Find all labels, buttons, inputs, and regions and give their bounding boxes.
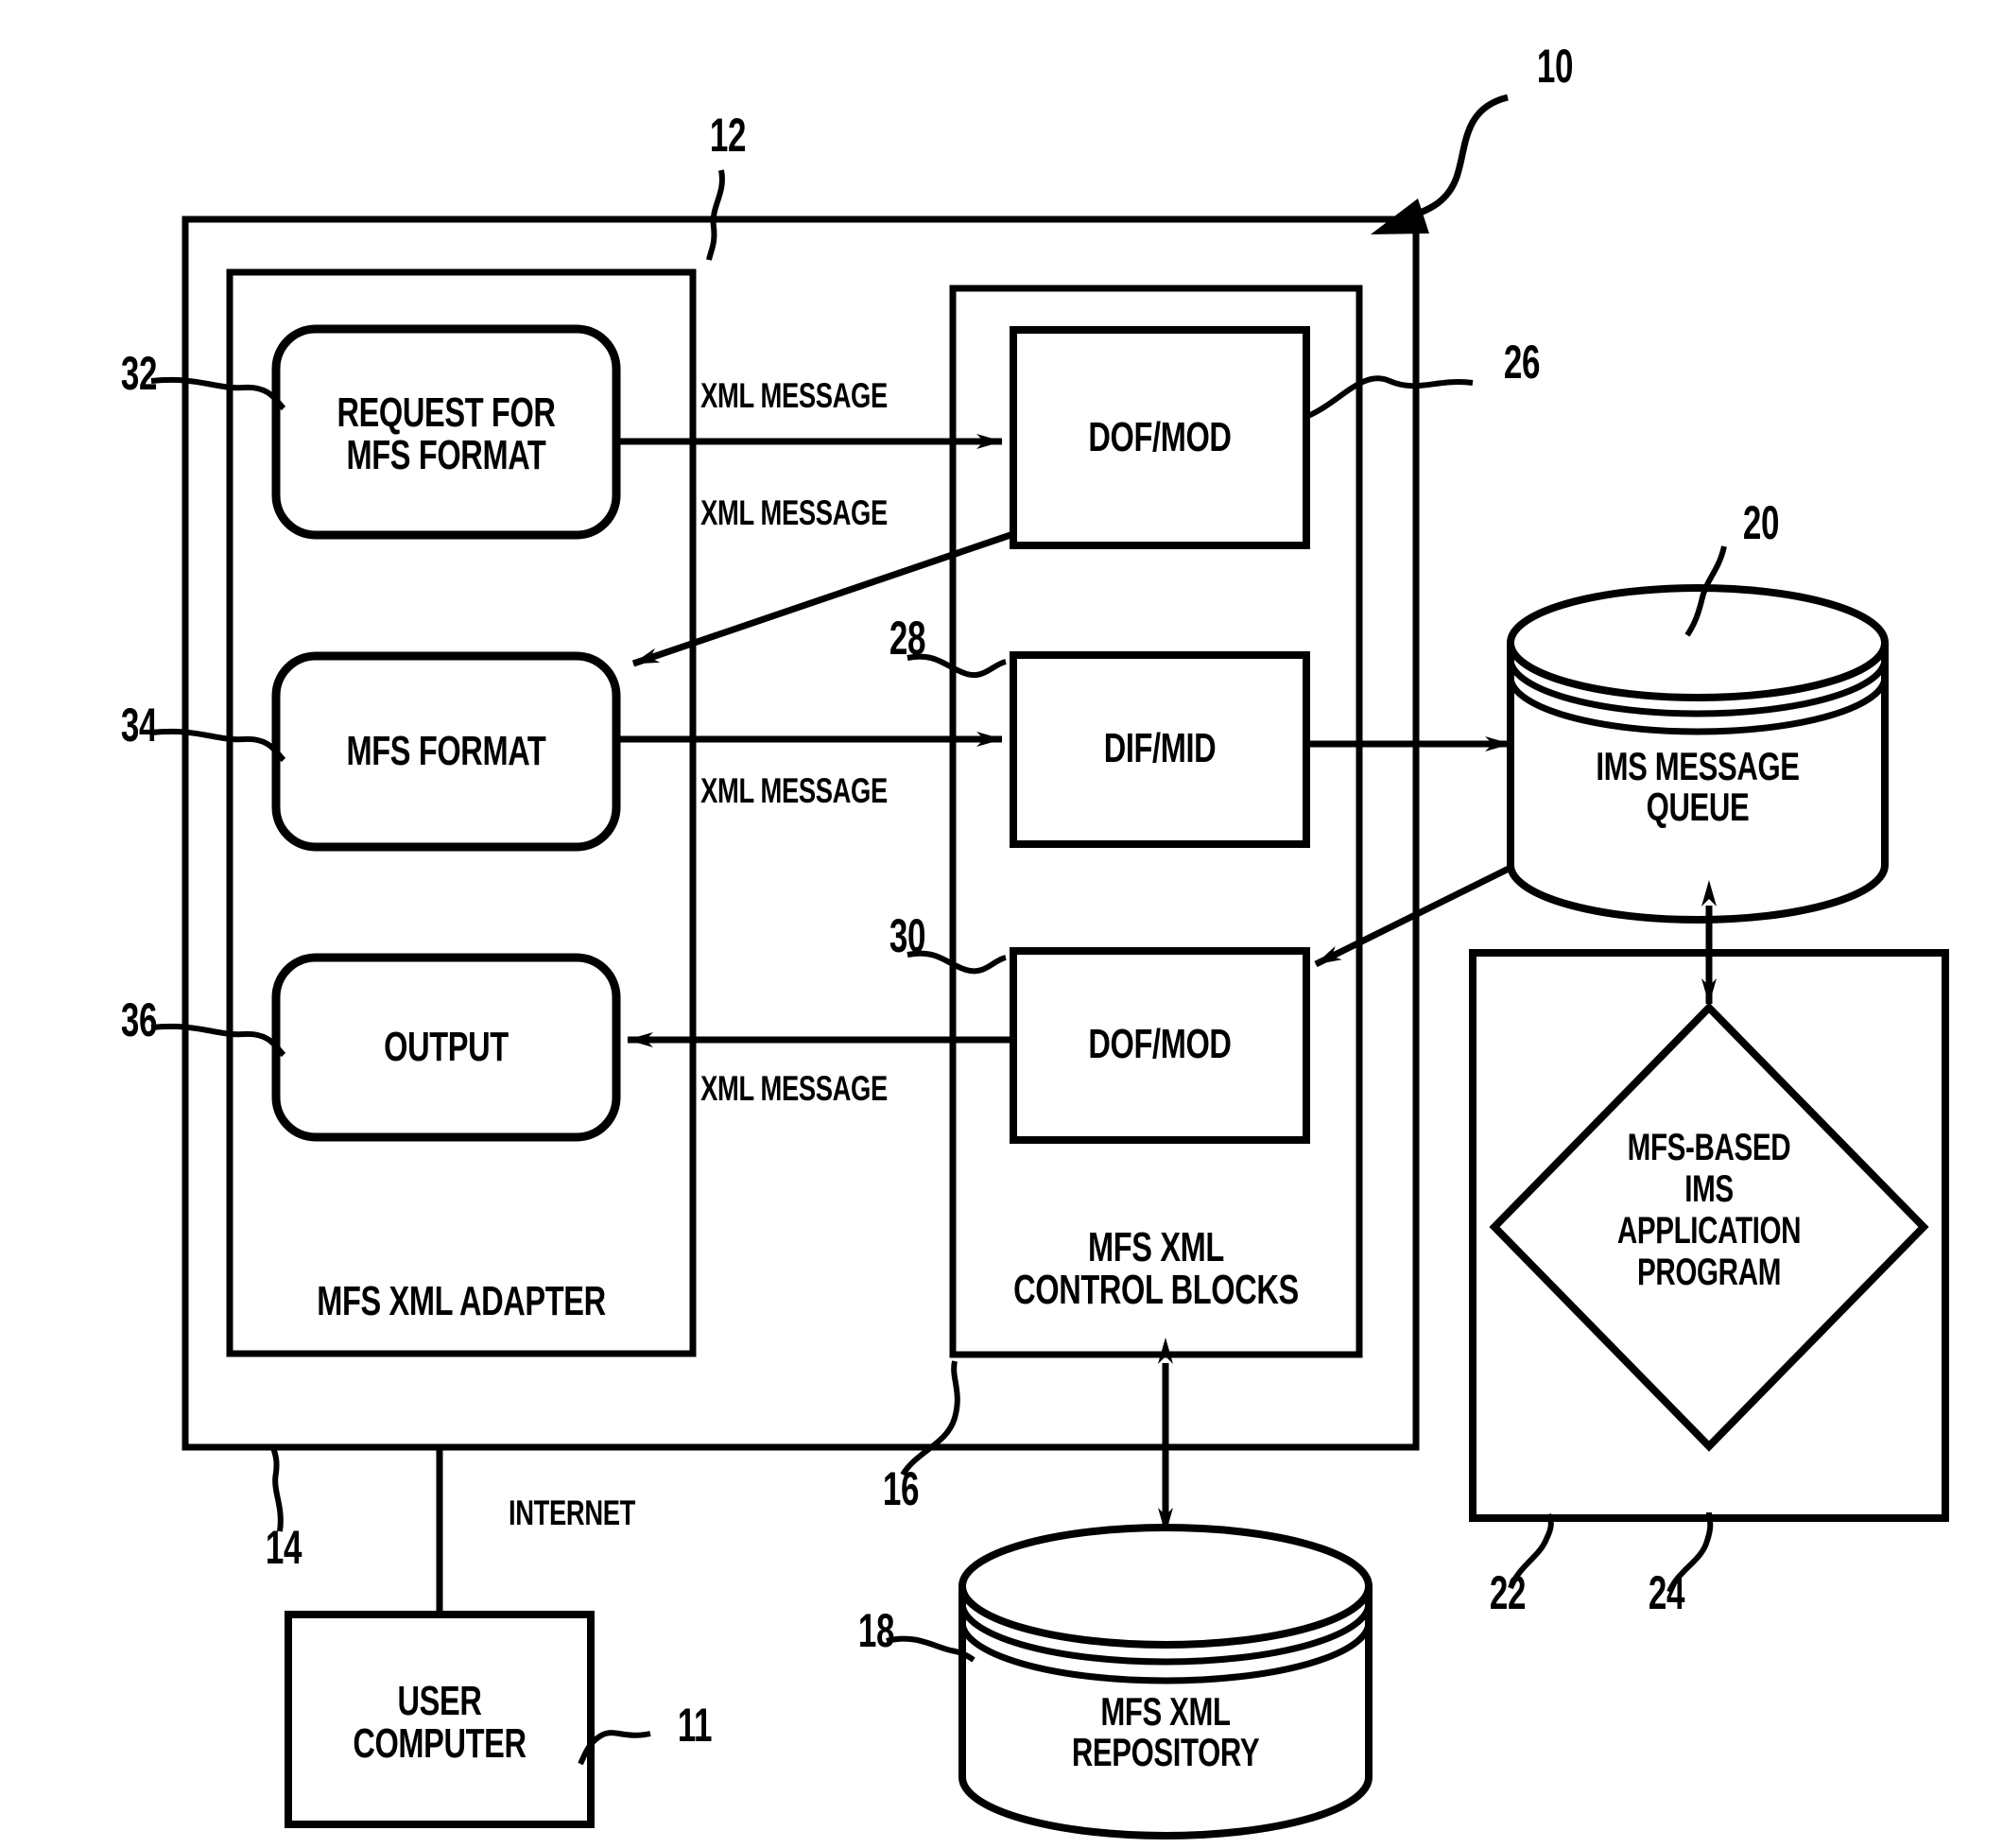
dif-mid-box [1010, 651, 1310, 848]
user-computer-box [285, 1611, 595, 1828]
leader-32 [150, 376, 286, 411]
ims-application-program-diamond [1489, 1002, 1929, 1452]
mfs-format-box [271, 651, 621, 852]
figure-canvas: REQUEST FOR MFS FORMAT MFS FORMAT OUTPUT… [0, 0, 2003, 1848]
leader-14 [269, 1443, 284, 1532]
ims-message-queue-cylinder [1507, 584, 1889, 924]
leader-16 [900, 1360, 960, 1477]
request-for-mfs-format-box [271, 324, 621, 540]
output-box [271, 953, 621, 1142]
server-system-boundary [181, 216, 1420, 1451]
leader-30 [907, 950, 1007, 975]
leader-10 [1371, 94, 1509, 234]
leader-28 [907, 653, 1007, 678]
leader-24 [1666, 1511, 1714, 1594]
diagram-vector-layer [150, 94, 1949, 1839]
leader-36 [150, 1023, 286, 1058]
dof-mod-bottom-box [1010, 947, 1310, 1144]
leader-22 [1508, 1512, 1554, 1590]
leader-34 [150, 728, 286, 763]
mfs-xml-repository-cylinder [958, 1524, 1373, 1839]
leader-12 [706, 169, 725, 261]
leader-26 [1306, 375, 1474, 419]
mfs-xml-adapter-container [226, 268, 697, 1357]
dof-mod-top-box [1010, 326, 1310, 549]
